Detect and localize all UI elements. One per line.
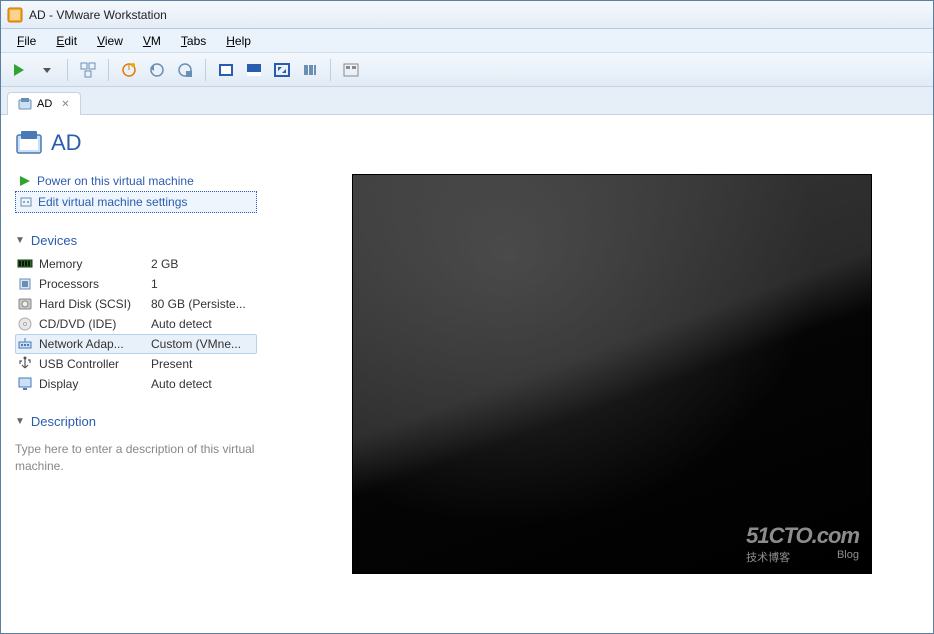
chevron-down-icon: ▼ [15,416,25,427]
separator [205,59,206,81]
devices-header[interactable]: ▼ Devices [15,233,257,248]
snapshot-take-button[interactable] [117,58,141,82]
play-button[interactable] [7,58,31,82]
watermark-big: 51CTO.com [746,523,859,549]
settings-icon [20,196,32,208]
device-row[interactable]: Hard Disk (SCSI) 80 GB (Persiste... [15,294,257,314]
separator [67,59,68,81]
app-icon [7,7,23,23]
unity-button[interactable] [242,58,266,82]
menu-vm[interactable]: VM [133,31,171,51]
device-row[interactable]: Processors 1 [15,274,257,294]
device-row[interactable]: Network Adap... Custom (VMne... [15,334,257,354]
power-on-action[interactable]: Power on this virtual machine [15,171,257,191]
device-value: Auto detect [151,377,255,391]
network-icon [17,336,33,352]
toolbar [1,53,933,87]
vm-title: AD [15,129,257,157]
snapshot-revert-button[interactable] [145,58,169,82]
device-row[interactable]: Display Auto detect [15,374,257,394]
titlebar[interactable]: AD - VMware Workstation [1,1,933,29]
menubar: File Edit View VM Tabs Help [1,29,933,53]
menu-help[interactable]: Help [216,31,261,51]
tab-ad[interactable]: AD ✕ [7,92,81,115]
device-name: Network Adap... [39,337,145,351]
cpu-icon [17,276,33,292]
fullscreen-button[interactable] [270,58,294,82]
device-row[interactable]: Memory 2 GB [15,254,257,274]
device-value: Custom (VMne... [151,337,255,351]
usb-icon [17,356,33,372]
cd-icon [17,316,33,332]
device-value: 80 GB (Persiste... [151,297,255,311]
separator [108,59,109,81]
play-dropdown-button[interactable] [35,58,59,82]
devices-label: Devices [31,233,77,248]
watermark-sub1: 技术博客 [746,549,790,565]
device-value: Auto detect [151,317,255,331]
tab-label: AD [37,98,52,110]
tab-close-icon[interactable]: ✕ [61,99,69,110]
description-label: Description [31,414,96,429]
device-name: CD/DVD (IDE) [39,317,145,331]
display-icon [17,376,33,392]
thumbnails-button[interactable] [339,58,363,82]
menu-edit[interactable]: Edit [46,31,87,51]
window-title: AD - VMware Workstation [29,8,167,22]
device-value: Present [151,357,255,371]
power-on-label: Power on this virtual machine [37,174,194,188]
tabstrip: AD ✕ [1,87,933,115]
separator [330,59,331,81]
memory-icon [17,256,33,272]
disk-icon [17,296,33,312]
preview-pane: 51CTO.com 技术博客 Blog [271,115,933,633]
library-button[interactable] [298,58,322,82]
device-name: Hard Disk (SCSI) [39,297,145,311]
device-value: 2 GB [151,257,255,271]
content-area: AD Power on this virtual machine Edit vi… [1,115,933,633]
device-name: Display [39,377,145,391]
snapshot-tree-button[interactable] [76,58,100,82]
device-row[interactable]: CD/DVD (IDE) Auto detect [15,314,257,334]
device-name: Memory [39,257,145,271]
device-name: Processors [39,277,145,291]
chevron-down-icon: ▼ [15,235,25,246]
menu-file[interactable]: File [7,31,46,51]
description-text[interactable]: Type here to enter a description of this… [15,441,257,475]
app-window: AD - VMware Workstation File Edit View V… [0,0,934,634]
watermark-sub2: Blog [837,549,859,565]
device-value: 1 [151,277,255,291]
watermark: 51CTO.com 技术博客 Blog [746,523,859,565]
edit-settings-label: Edit virtual machine settings [38,195,187,209]
vm-screen[interactable]: 51CTO.com 技术博客 Blog [352,174,872,574]
sidebar: AD Power on this virtual machine Edit vi… [1,115,271,633]
device-row[interactable]: USB Controller Present [15,354,257,374]
snapshot-manage-button[interactable] [173,58,197,82]
show-console-button[interactable] [214,58,238,82]
play-icon [19,175,31,187]
vm-icon [15,129,43,157]
menu-view[interactable]: View [87,31,133,51]
devices-list: Memory 2 GB Processors 1 Hard Disk (SCSI) 80 … [15,254,257,394]
edit-settings-action[interactable]: Edit virtual machine settings [15,191,257,213]
device-name: USB Controller [39,357,145,371]
menu-tabs[interactable]: Tabs [171,31,216,51]
vm-tab-icon [18,97,32,111]
vm-name: AD [51,130,82,156]
description-header[interactable]: ▼ Description [15,414,257,429]
